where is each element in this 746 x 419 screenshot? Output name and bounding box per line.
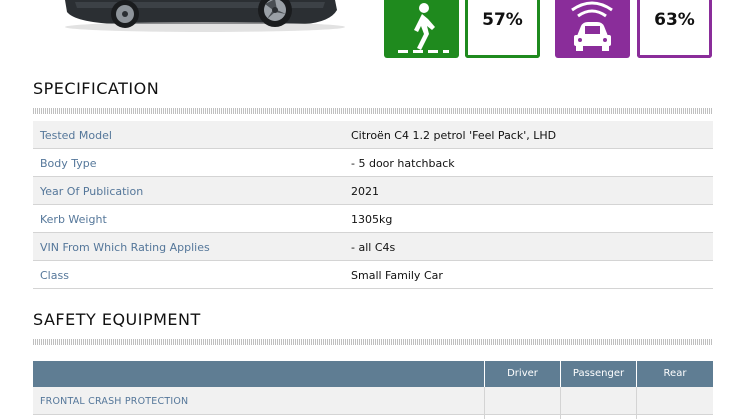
rating-page: 57% 63% SPECIFICATION Tested Model Citro… — [0, 0, 746, 419]
driver-cell — [484, 415, 560, 419]
spec-row: Year Of Publication 2021 — [33, 177, 713, 205]
spec-value: Citroën C4 1.2 petrol 'Feel Pack', LHD — [351, 129, 557, 142]
equipment-table-header: Driver Passenger Rear — [33, 361, 713, 387]
spec-label: Kerb Weight — [40, 213, 107, 226]
spec-label: Body Type — [40, 157, 97, 170]
spec-label: Tested Model — [40, 129, 112, 142]
spec-value: Small Family Car — [351, 269, 443, 282]
passenger-cell — [560, 387, 636, 415]
safety-assist-score: 63% — [654, 10, 695, 30]
safety-assist-car-icon — [571, 1, 613, 51]
spec-row: Class Small Family Car — [33, 261, 713, 289]
safety-assist-score-tile: 63% — [637, 0, 712, 58]
spec-row: Tested Model Citroën C4 1.2 petrol 'Feel… — [33, 121, 713, 149]
driver-cell — [484, 387, 560, 415]
safety-equipment-divider — [33, 339, 713, 345]
spec-value: 2021 — [351, 185, 379, 198]
column-header-driver: Driver — [484, 361, 560, 387]
spec-row: VIN From Which Rating Applies - all C4s — [33, 233, 713, 261]
spec-row: Body Type - 5 door hatchback — [33, 149, 713, 177]
pedestrian-score: 57% — [482, 10, 523, 30]
pedestrian-score-tile: 57% — [465, 0, 540, 58]
pedestrian-rating-tile — [384, 0, 459, 58]
rear-cell — [636, 415, 713, 419]
spec-label: Class — [40, 269, 69, 282]
equipment-category-label: FRONTAL CRASH PROTECTION — [40, 396, 189, 407]
safety-assist-rating-tile — [555, 0, 630, 58]
specification-divider — [33, 108, 713, 114]
specification-heading: SPECIFICATION — [33, 79, 160, 98]
pedestrian-icon — [398, 3, 449, 53]
equipment-table-row — [33, 415, 713, 419]
column-header-passenger: Passenger — [560, 361, 636, 387]
spec-label: Year Of Publication — [40, 185, 144, 198]
column-header-rear: Rear — [636, 361, 713, 387]
spec-label: VIN From Which Rating Applies — [40, 241, 210, 254]
spec-value: - all C4s — [351, 241, 396, 254]
passenger-cell — [560, 415, 636, 419]
safety-equipment-heading: SAFETY EQUIPMENT — [33, 310, 201, 329]
car-image — [55, 0, 345, 34]
spec-row: Kerb Weight 1305kg — [33, 205, 713, 233]
spec-value: 1305kg — [351, 213, 393, 226]
equipment-table-row: FRONTAL CRASH PROTECTION — [33, 387, 713, 415]
spec-value: - 5 door hatchback — [351, 157, 455, 170]
rear-cell — [636, 387, 713, 415]
